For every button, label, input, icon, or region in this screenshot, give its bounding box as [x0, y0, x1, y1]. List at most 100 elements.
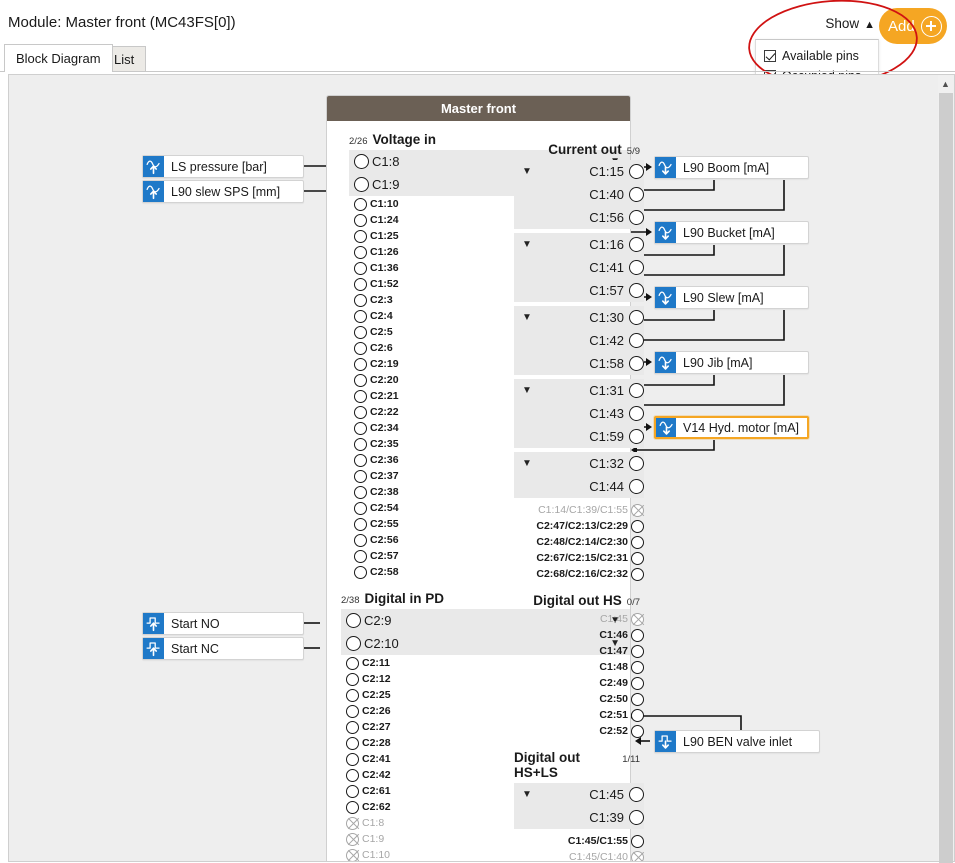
pin-row[interactable]: C1:57: [514, 279, 644, 302]
pin-socket-icon[interactable]: [354, 229, 367, 243]
pin-socket-icon[interactable]: [346, 672, 359, 686]
pin-row[interactable]: C1:46: [514, 627, 644, 643]
pin-occupied-icon[interactable]: [631, 850, 644, 861]
pin-socket-icon[interactable]: [354, 357, 367, 371]
collapse-toggle-icon[interactable]: ▼: [522, 166, 532, 177]
pin-socket-icon[interactable]: [346, 688, 359, 702]
pin-occupied-icon[interactable]: [631, 612, 644, 626]
pin-row[interactable]: C1:45: [514, 611, 644, 627]
pin-socket-icon[interactable]: [354, 389, 367, 403]
pin-socket-icon[interactable]: [629, 479, 644, 494]
pin-occupied-icon[interactable]: [346, 848, 359, 861]
pin-socket-icon[interactable]: [354, 421, 367, 435]
pin-socket-icon[interactable]: [354, 154, 369, 169]
pin-socket-icon[interactable]: [631, 660, 644, 674]
pin-socket-icon[interactable]: [631, 519, 644, 533]
pin-row[interactable]: C1:40: [514, 183, 644, 206]
pin-socket-icon[interactable]: [346, 752, 359, 766]
pin-socket-icon[interactable]: [354, 293, 367, 307]
pin-socket-icon[interactable]: [354, 405, 367, 419]
pin-socket-icon[interactable]: [629, 260, 644, 275]
pin-row[interactable]: C2:48/C2:14/C2:30: [514, 534, 644, 550]
pin-socket-icon[interactable]: [629, 333, 644, 348]
pin-row[interactable]: C1:42: [514, 329, 644, 352]
pin-row[interactable]: C1:48: [514, 659, 644, 675]
pin-socket-icon[interactable]: [629, 187, 644, 202]
pin-row[interactable]: C1:45/C1:55: [514, 833, 644, 849]
tab-block-diagram[interactable]: Block Diagram: [4, 44, 113, 72]
pin-occupied-icon[interactable]: [346, 816, 359, 830]
pin-socket-icon[interactable]: [629, 383, 644, 398]
pin-row[interactable]: C2:67/C2:15/C2:31: [514, 550, 644, 566]
pin-socket-icon[interactable]: [629, 456, 644, 471]
pin-socket-icon[interactable]: [346, 784, 359, 798]
pin-socket-icon[interactable]: [629, 429, 644, 444]
pin-socket-icon[interactable]: [629, 310, 644, 325]
pin-row[interactable]: ▼ C1:32: [514, 452, 644, 475]
pin-socket-icon[interactable]: [354, 437, 367, 451]
show-dropdown-button[interactable]: Show ▲: [825, 16, 875, 31]
add-button[interactable]: Add: [879, 8, 947, 44]
pin-socket-icon[interactable]: [629, 164, 644, 179]
pin-socket-icon[interactable]: [629, 237, 644, 252]
pin-socket-icon[interactable]: [346, 704, 359, 718]
pin-row[interactable]: C1:43: [514, 402, 644, 425]
pin-row[interactable]: C1:44: [514, 475, 644, 498]
collapse-toggle-icon[interactable]: ▼: [522, 385, 532, 396]
pin-socket-icon[interactable]: [346, 720, 359, 734]
pin-socket-icon[interactable]: [346, 656, 359, 670]
pin-socket-icon[interactable]: [346, 613, 361, 628]
pin-socket-icon[interactable]: [346, 636, 361, 651]
collapse-toggle-icon[interactable]: ▼: [522, 789, 532, 800]
pin-socket-icon[interactable]: [631, 567, 644, 581]
pin-row[interactable]: ▼ C1:16: [514, 233, 644, 256]
signal-block[interactable]: L90 Boom [mA]: [654, 156, 809, 179]
signal-block[interactable]: L90 slew SPS [mm]: [142, 180, 304, 203]
pin-socket-icon[interactable]: [354, 341, 367, 355]
pin-row[interactable]: C2:68/C2:16/C2:32: [514, 566, 644, 582]
pin-row[interactable]: ▼ C1:45: [514, 783, 644, 806]
pin-socket-icon[interactable]: [354, 197, 367, 211]
pin-socket-icon[interactable]: [354, 213, 367, 227]
pin-socket-icon[interactable]: [631, 676, 644, 690]
pin-socket-icon[interactable]: [631, 644, 644, 658]
pin-row[interactable]: C1:45/C1:40: [514, 849, 644, 861]
pin-row[interactable]: C1:59: [514, 425, 644, 448]
signal-block[interactable]: LS pressure [bar]: [142, 155, 304, 178]
pin-socket-icon[interactable]: [354, 533, 367, 547]
signal-block[interactable]: L90 Slew [mA]: [654, 286, 809, 309]
pin-socket-icon[interactable]: [631, 834, 644, 848]
signal-block[interactable]: L90 Bucket [mA]: [654, 221, 809, 244]
pin-row[interactable]: ▼ C1:31: [514, 379, 644, 402]
pin-occupied-icon[interactable]: [631, 503, 644, 517]
pin-row[interactable]: ▼ C1:15: [514, 160, 644, 183]
pin-socket-icon[interactable]: [631, 551, 644, 565]
pin-socket-icon[interactable]: [631, 692, 644, 706]
pin-row[interactable]: C1:56: [514, 206, 644, 229]
collapse-toggle-icon[interactable]: ▼: [522, 239, 532, 250]
scrollbar-thumb[interactable]: [939, 93, 953, 863]
pin-row[interactable]: C2:49: [514, 675, 644, 691]
pin-row[interactable]: C1:58: [514, 352, 644, 375]
signal-block[interactable]: Start NO: [142, 612, 304, 635]
pin-row[interactable]: C2:50: [514, 691, 644, 707]
pin-row[interactable]: C1:39: [514, 806, 644, 829]
pin-socket-icon[interactable]: [354, 373, 367, 387]
pin-socket-icon[interactable]: [354, 485, 367, 499]
signal-block[interactable]: Start NC: [142, 637, 304, 660]
pin-socket-icon[interactable]: [631, 628, 644, 642]
pin-socket-icon[interactable]: [629, 210, 644, 225]
pin-socket-icon[interactable]: [354, 517, 367, 531]
signal-block[interactable]: L90 BEN valve inlet: [654, 730, 820, 753]
signal-block[interactable]: V14 Hyd. motor [mA]: [654, 416, 809, 439]
pin-socket-icon[interactable]: [629, 787, 644, 802]
collapse-toggle-icon[interactable]: ▼: [522, 458, 532, 469]
pin-socket-icon[interactable]: [346, 768, 359, 782]
pin-row[interactable]: C1:14/C1:39/C1:55: [514, 502, 644, 518]
pin-socket-icon[interactable]: [354, 325, 367, 339]
pin-socket-icon[interactable]: [354, 549, 367, 563]
pin-socket-icon[interactable]: [631, 535, 644, 549]
pin-socket-icon[interactable]: [629, 406, 644, 421]
pin-socket-icon[interactable]: [354, 469, 367, 483]
pin-row[interactable]: C2:51: [514, 707, 644, 723]
